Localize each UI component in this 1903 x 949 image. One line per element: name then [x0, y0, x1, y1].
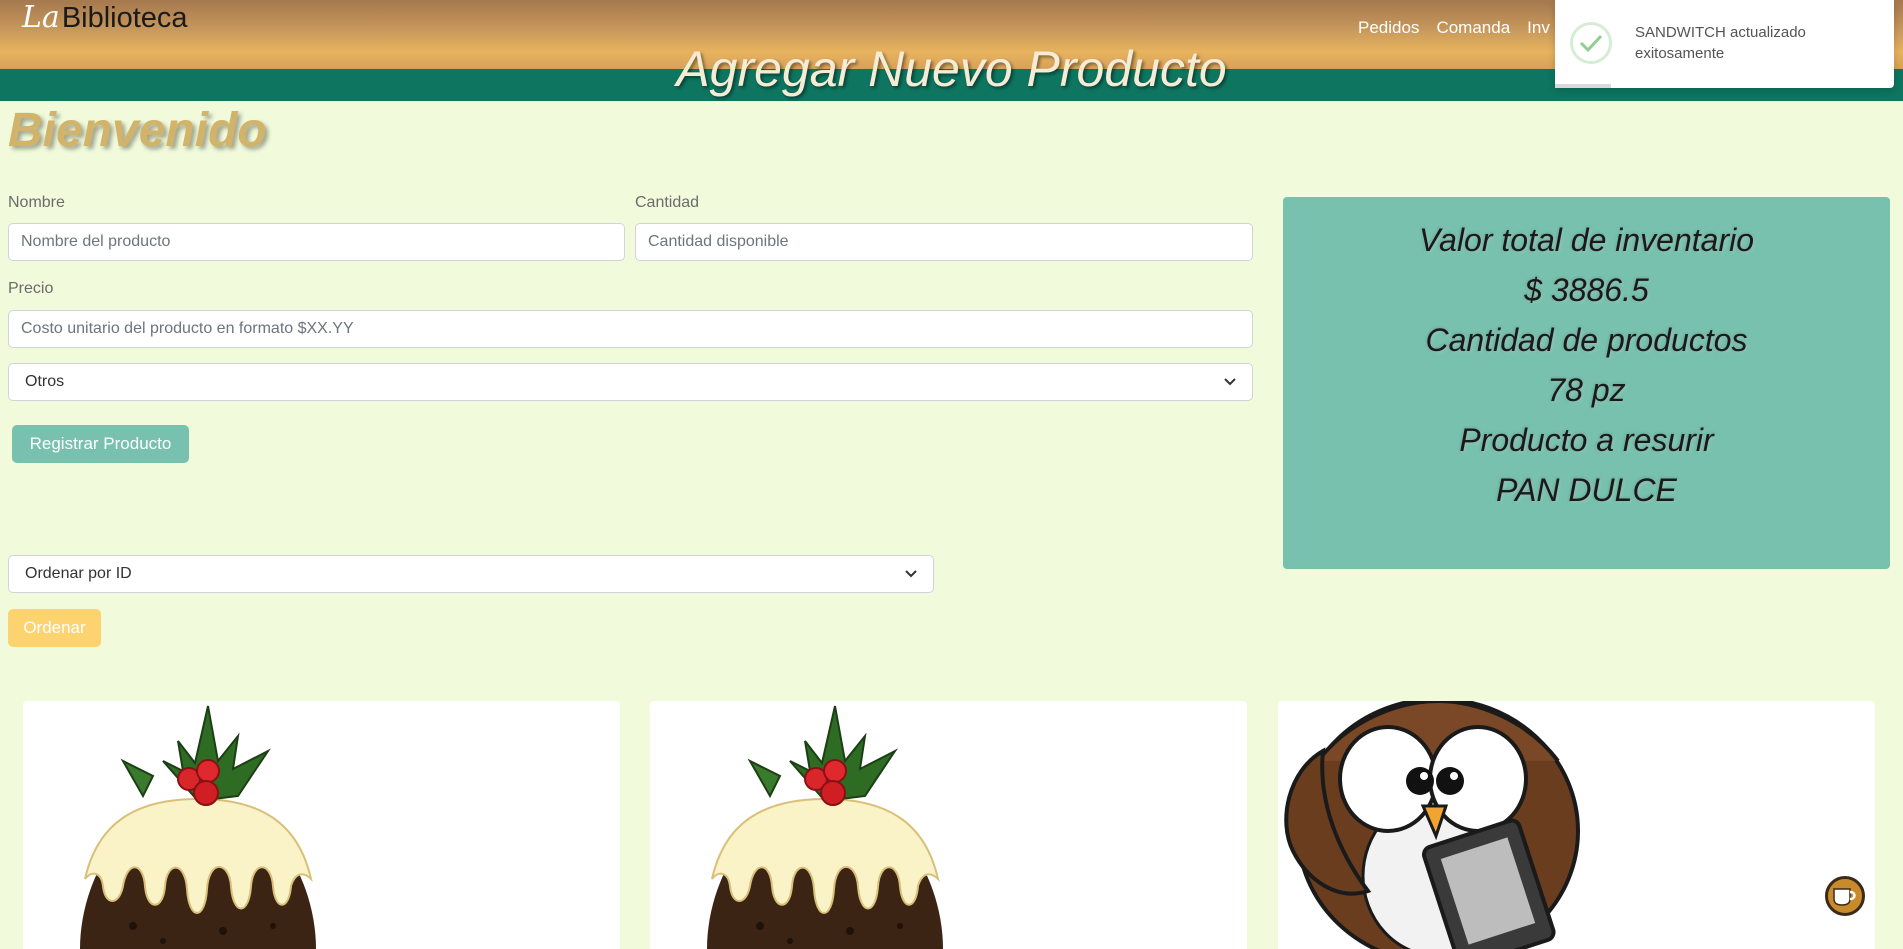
christmas-pudding-image — [707, 705, 943, 949]
category-select[interactable]: Otros — [8, 363, 1253, 401]
success-toast[interactable]: SANDWITCH actualizado exitosamente — [1555, 0, 1894, 88]
nav-link-pedidos[interactable]: Pedidos — [1358, 18, 1419, 38]
order-button[interactable]: Ordenar — [8, 609, 101, 647]
sort-select-value: Ordenar por ID — [25, 565, 132, 582]
total-value: $ 3886.5 — [1524, 272, 1649, 308]
christmas-pudding-image — [80, 705, 316, 949]
name-field[interactable]: Nombre del producto — [8, 223, 625, 261]
restock-label: Producto a resurir — [1459, 422, 1714, 458]
product-card[interactable] — [1278, 701, 1875, 949]
brand-logo[interactable]: La Biblioteca — [22, 0, 188, 40]
product-card[interactable] — [650, 701, 1247, 949]
name-label: Nombre — [8, 194, 65, 211]
sort-select[interactable]: Ordenar por ID — [8, 555, 934, 593]
restock-value: PAN DULCE — [1496, 472, 1677, 508]
brand-name: Biblioteca — [61, 2, 188, 34]
register-product-button[interactable]: Registrar Producto — [12, 425, 189, 463]
coffee-cup-icon[interactable] — [1825, 876, 1865, 916]
quantity-label: Cantidad — [635, 194, 700, 211]
chevron-down-icon — [1224, 375, 1236, 389]
check-icon — [1570, 22, 1612, 64]
owl-image — [1284, 701, 1580, 949]
product-count-value: 78 pz — [1547, 372, 1626, 408]
toast-progress-bar — [1555, 84, 1611, 88]
category-select-value: Otros — [25, 373, 65, 390]
price-label: Precio — [8, 280, 54, 297]
nav-link-comanda[interactable]: Comanda — [1436, 18, 1510, 38]
quantity-field[interactable]: Cantidad disponible — [635, 223, 1253, 261]
total-value-label: Valor total de inventario — [1418, 222, 1754, 258]
welcome-heading: Bienvenido — [8, 104, 267, 157]
toast-message: SANDWITCH actualizado exitosamente — [1635, 24, 1806, 62]
price-field[interactable]: Costo unitario del producto en formato $… — [8, 310, 1253, 348]
brand-script: La — [22, 0, 60, 35]
inventory-summary-panel: Valor total de inventario $ 3886.5 Canti… — [1283, 197, 1890, 569]
nav-links: Pedidos Comanda Inv — [1358, 18, 1550, 38]
product-card[interactable] — [23, 701, 620, 949]
nav-link-inventario[interactable]: Inv — [1527, 18, 1550, 38]
chevron-down-icon — [905, 567, 917, 581]
product-count-label: Cantidad de productos — [1425, 322, 1748, 358]
